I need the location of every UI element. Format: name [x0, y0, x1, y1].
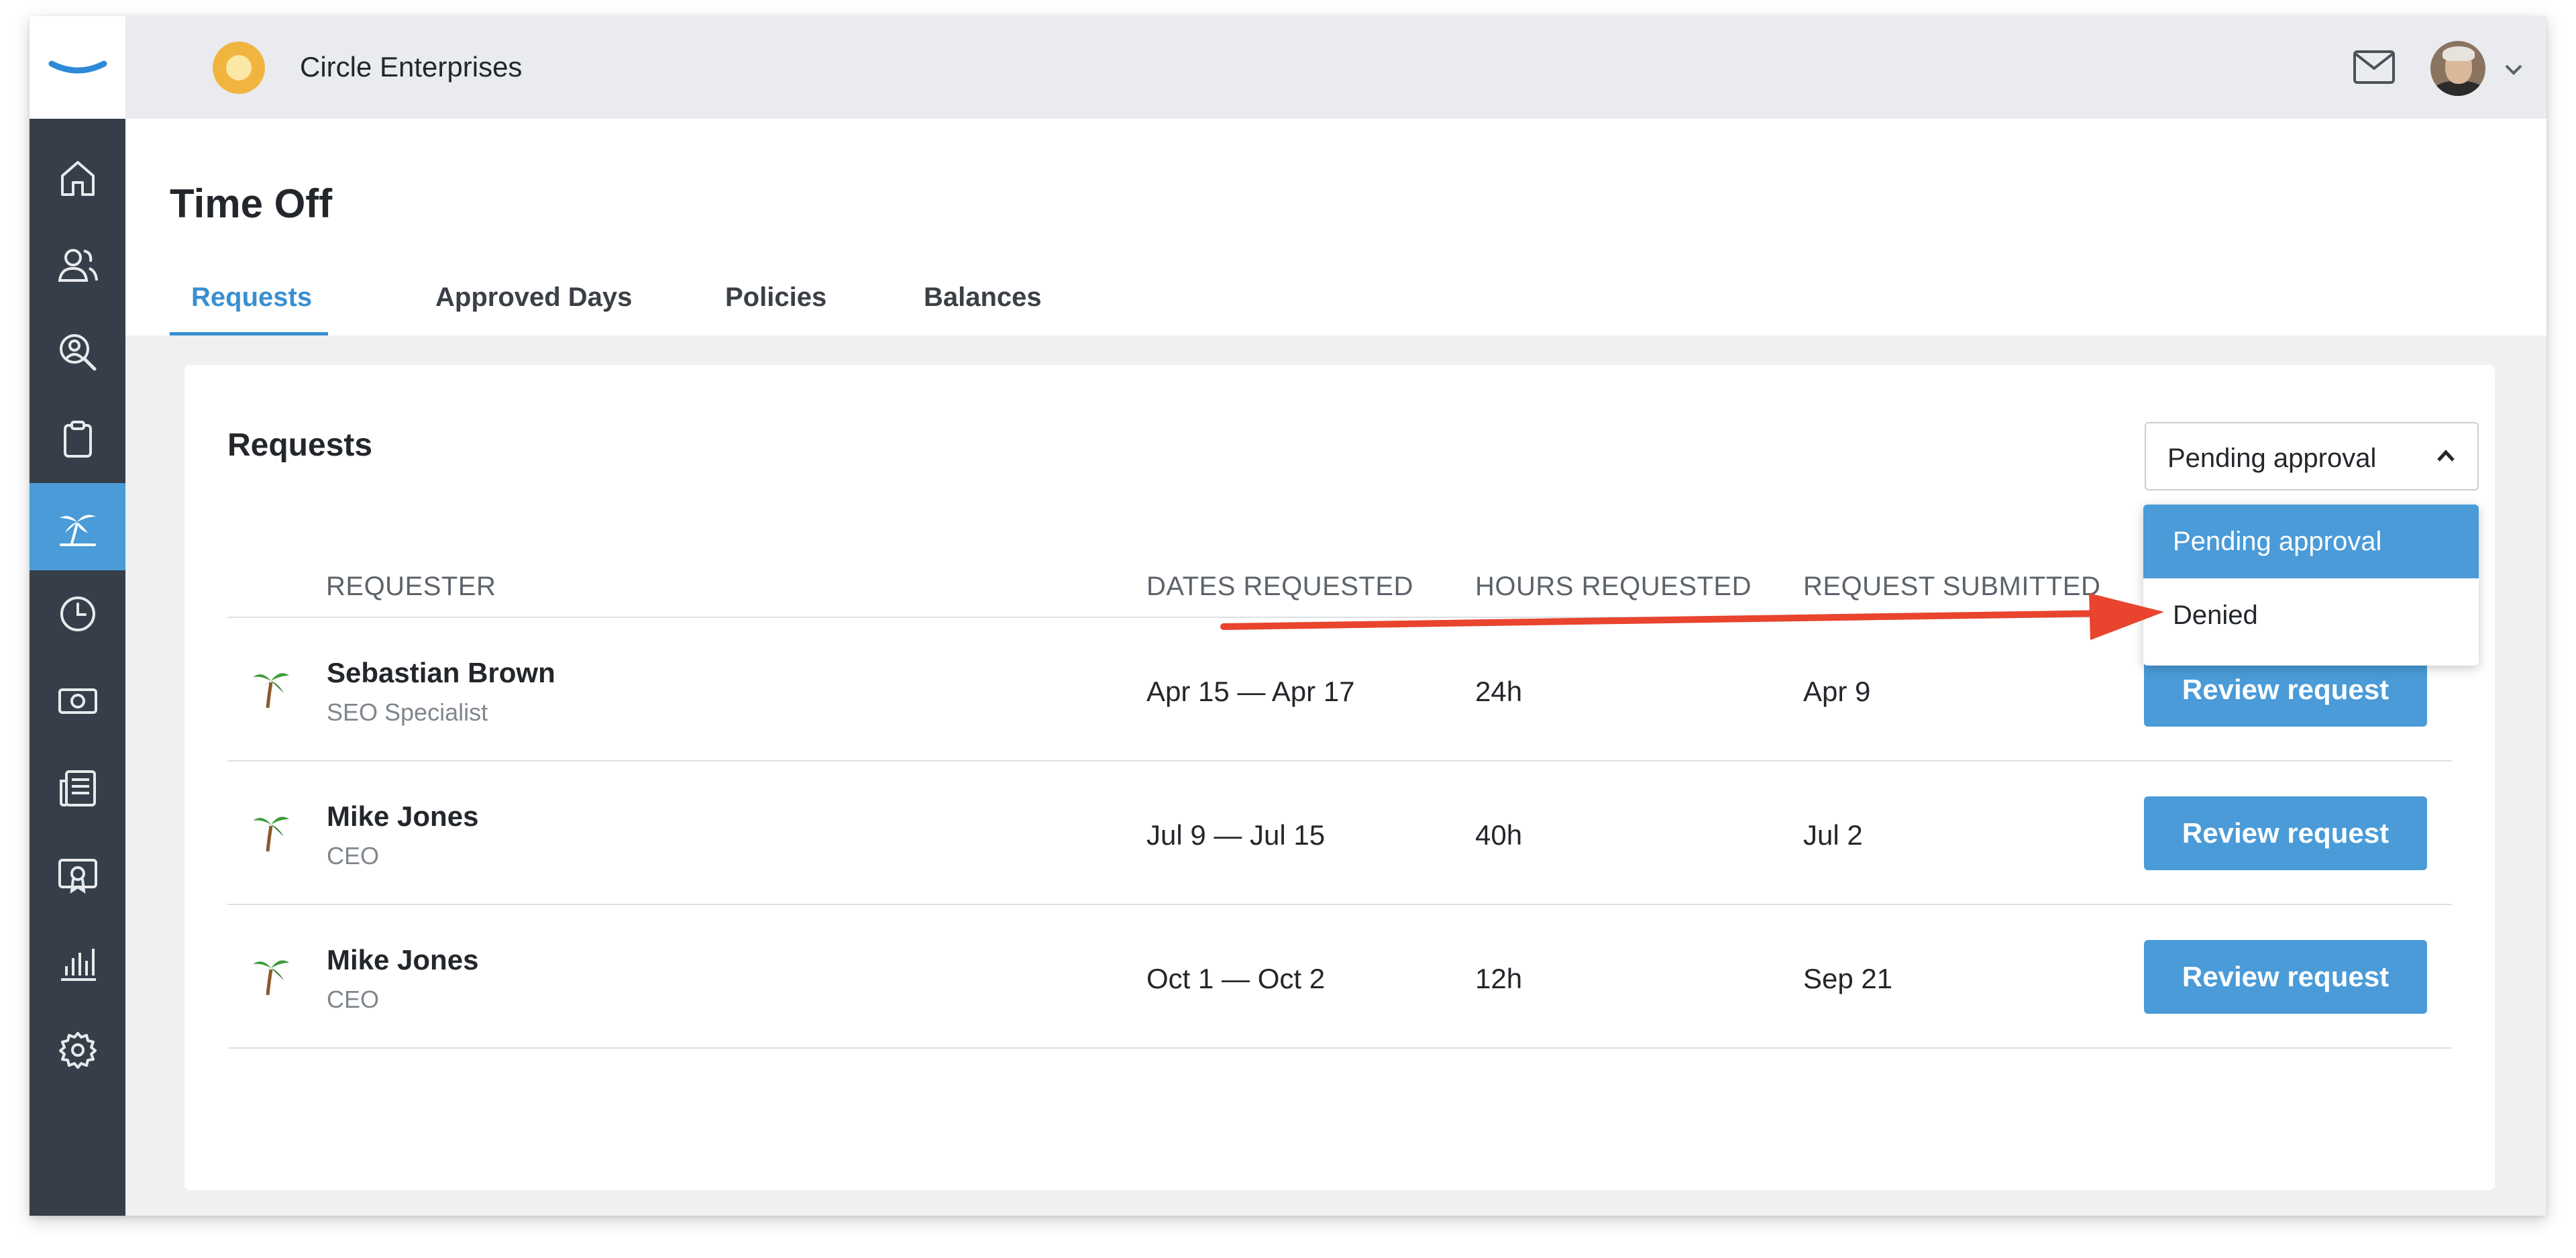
people-icon: [58, 249, 98, 282]
status-filter-select[interactable]: Pending approval: [2145, 422, 2479, 490]
home-icon: [60, 161, 95, 196]
option-pending-approval[interactable]: Pending approval: [2143, 505, 2479, 578]
sidebar-item-settings[interactable]: [30, 1006, 125, 1094]
news-icon: [59, 770, 96, 806]
request-submitted: Sep 21: [1803, 963, 1893, 994]
dates-requested: Oct 1 — Oct 2: [1146, 963, 1326, 994]
column-header-requester: REQUESTER: [326, 572, 496, 601]
smile-logo-icon: [48, 60, 107, 73]
sidebar-item-home[interactable]: [30, 134, 125, 221]
mail-icon[interactable]: [2353, 50, 2396, 85]
tab-requests[interactable]: Requests: [191, 282, 312, 320]
card-title: Requests: [227, 427, 373, 463]
page-title: Time Off: [170, 181, 333, 226]
tab-policies[interactable]: Policies: [725, 282, 826, 320]
review-request-button[interactable]: Review request: [2144, 796, 2427, 870]
table-row: Mike Jones CEO Jul 9 — Jul 15 40h Jul 2 …: [227, 762, 2452, 904]
sidebar-item-time-off[interactable]: [30, 483, 125, 570]
certificate-icon: [58, 859, 97, 894]
requester-role: SEO Specialist: [327, 698, 488, 726]
active-tab-indicator: [170, 332, 328, 335]
divider: [227, 1047, 2452, 1049]
annotation-arrow-icon: [1220, 593, 2164, 640]
requester-name: Sebastian Brown: [327, 657, 555, 688]
sidebar-item-recruiting[interactable]: [30, 309, 125, 396]
status-filter-dropdown: Pending approval Denied: [2143, 505, 2479, 666]
palm-tree-icon: [253, 673, 289, 709]
user-avatar[interactable]: [2430, 41, 2485, 96]
clock-icon: [60, 596, 95, 631]
company-name: Circle Enterprises: [300, 51, 523, 83]
requester-role: CEO: [327, 986, 380, 1013]
sidebar-item-people[interactable]: [30, 221, 125, 309]
requester-name: Mike Jones: [327, 800, 479, 832]
dates-requested: Jul 9 — Jul 15: [1146, 819, 1326, 851]
hours-requested: 40h: [1475, 819, 1523, 851]
chevron-up-icon: [2437, 450, 2455, 462]
status-filter-value: Pending approval: [2167, 443, 2377, 473]
request-submitted: Jul 2: [1803, 819, 1863, 851]
dates-requested: Apr 15 — Apr 17: [1146, 676, 1355, 707]
search-person-icon: [59, 334, 96, 371]
hours-requested: 12h: [1475, 963, 1523, 994]
palm-tree-icon: [59, 515, 96, 546]
bar-chart-icon: [60, 949, 96, 981]
palm-tree-icon: [253, 960, 289, 996]
sidebar-item-reports[interactable]: [30, 919, 125, 1006]
top-bar: Circle Enterprises: [125, 16, 2546, 119]
requests-card: Requests Pending approval Pending approv…: [184, 365, 2495, 1190]
sidebar-item-tasks[interactable]: [30, 396, 125, 483]
gear-icon: [58, 1032, 97, 1069]
requester-name: Mike Jones: [327, 944, 479, 976]
table-row: Mike Jones CEO Oct 1 — Oct 2 12h Sep 21 …: [227, 905, 2452, 1047]
option-denied[interactable]: Denied: [2143, 578, 2479, 652]
app-window: Circle Enterprises Time Off Requests App…: [30, 16, 2546, 1216]
sidebar: [30, 16, 125, 1216]
sidebar-item-news[interactable]: [30, 745, 125, 832]
request-submitted: Apr 9: [1803, 676, 1871, 707]
app-logo[interactable]: [30, 16, 125, 119]
sidebar-item-time-tracking[interactable]: [30, 570, 125, 658]
chevron-down-icon[interactable]: [2504, 63, 2524, 76]
tab-balances[interactable]: Balances: [924, 282, 1042, 320]
tab-approved-days[interactable]: Approved Days: [435, 282, 632, 320]
sidebar-item-payroll[interactable]: [30, 658, 125, 745]
review-request-button[interactable]: Review request: [2144, 940, 2427, 1014]
sidebar-item-training[interactable]: [30, 832, 125, 919]
palm-tree-icon: [253, 817, 289, 852]
page-header: Time Off Requests Approved Days Policies…: [125, 119, 2546, 335]
hours-requested: 24h: [1475, 676, 1523, 707]
requester-role: CEO: [327, 842, 380, 870]
company-logo: [213, 42, 265, 94]
clipboard-icon: [63, 421, 92, 458]
money-icon: [58, 688, 97, 714]
